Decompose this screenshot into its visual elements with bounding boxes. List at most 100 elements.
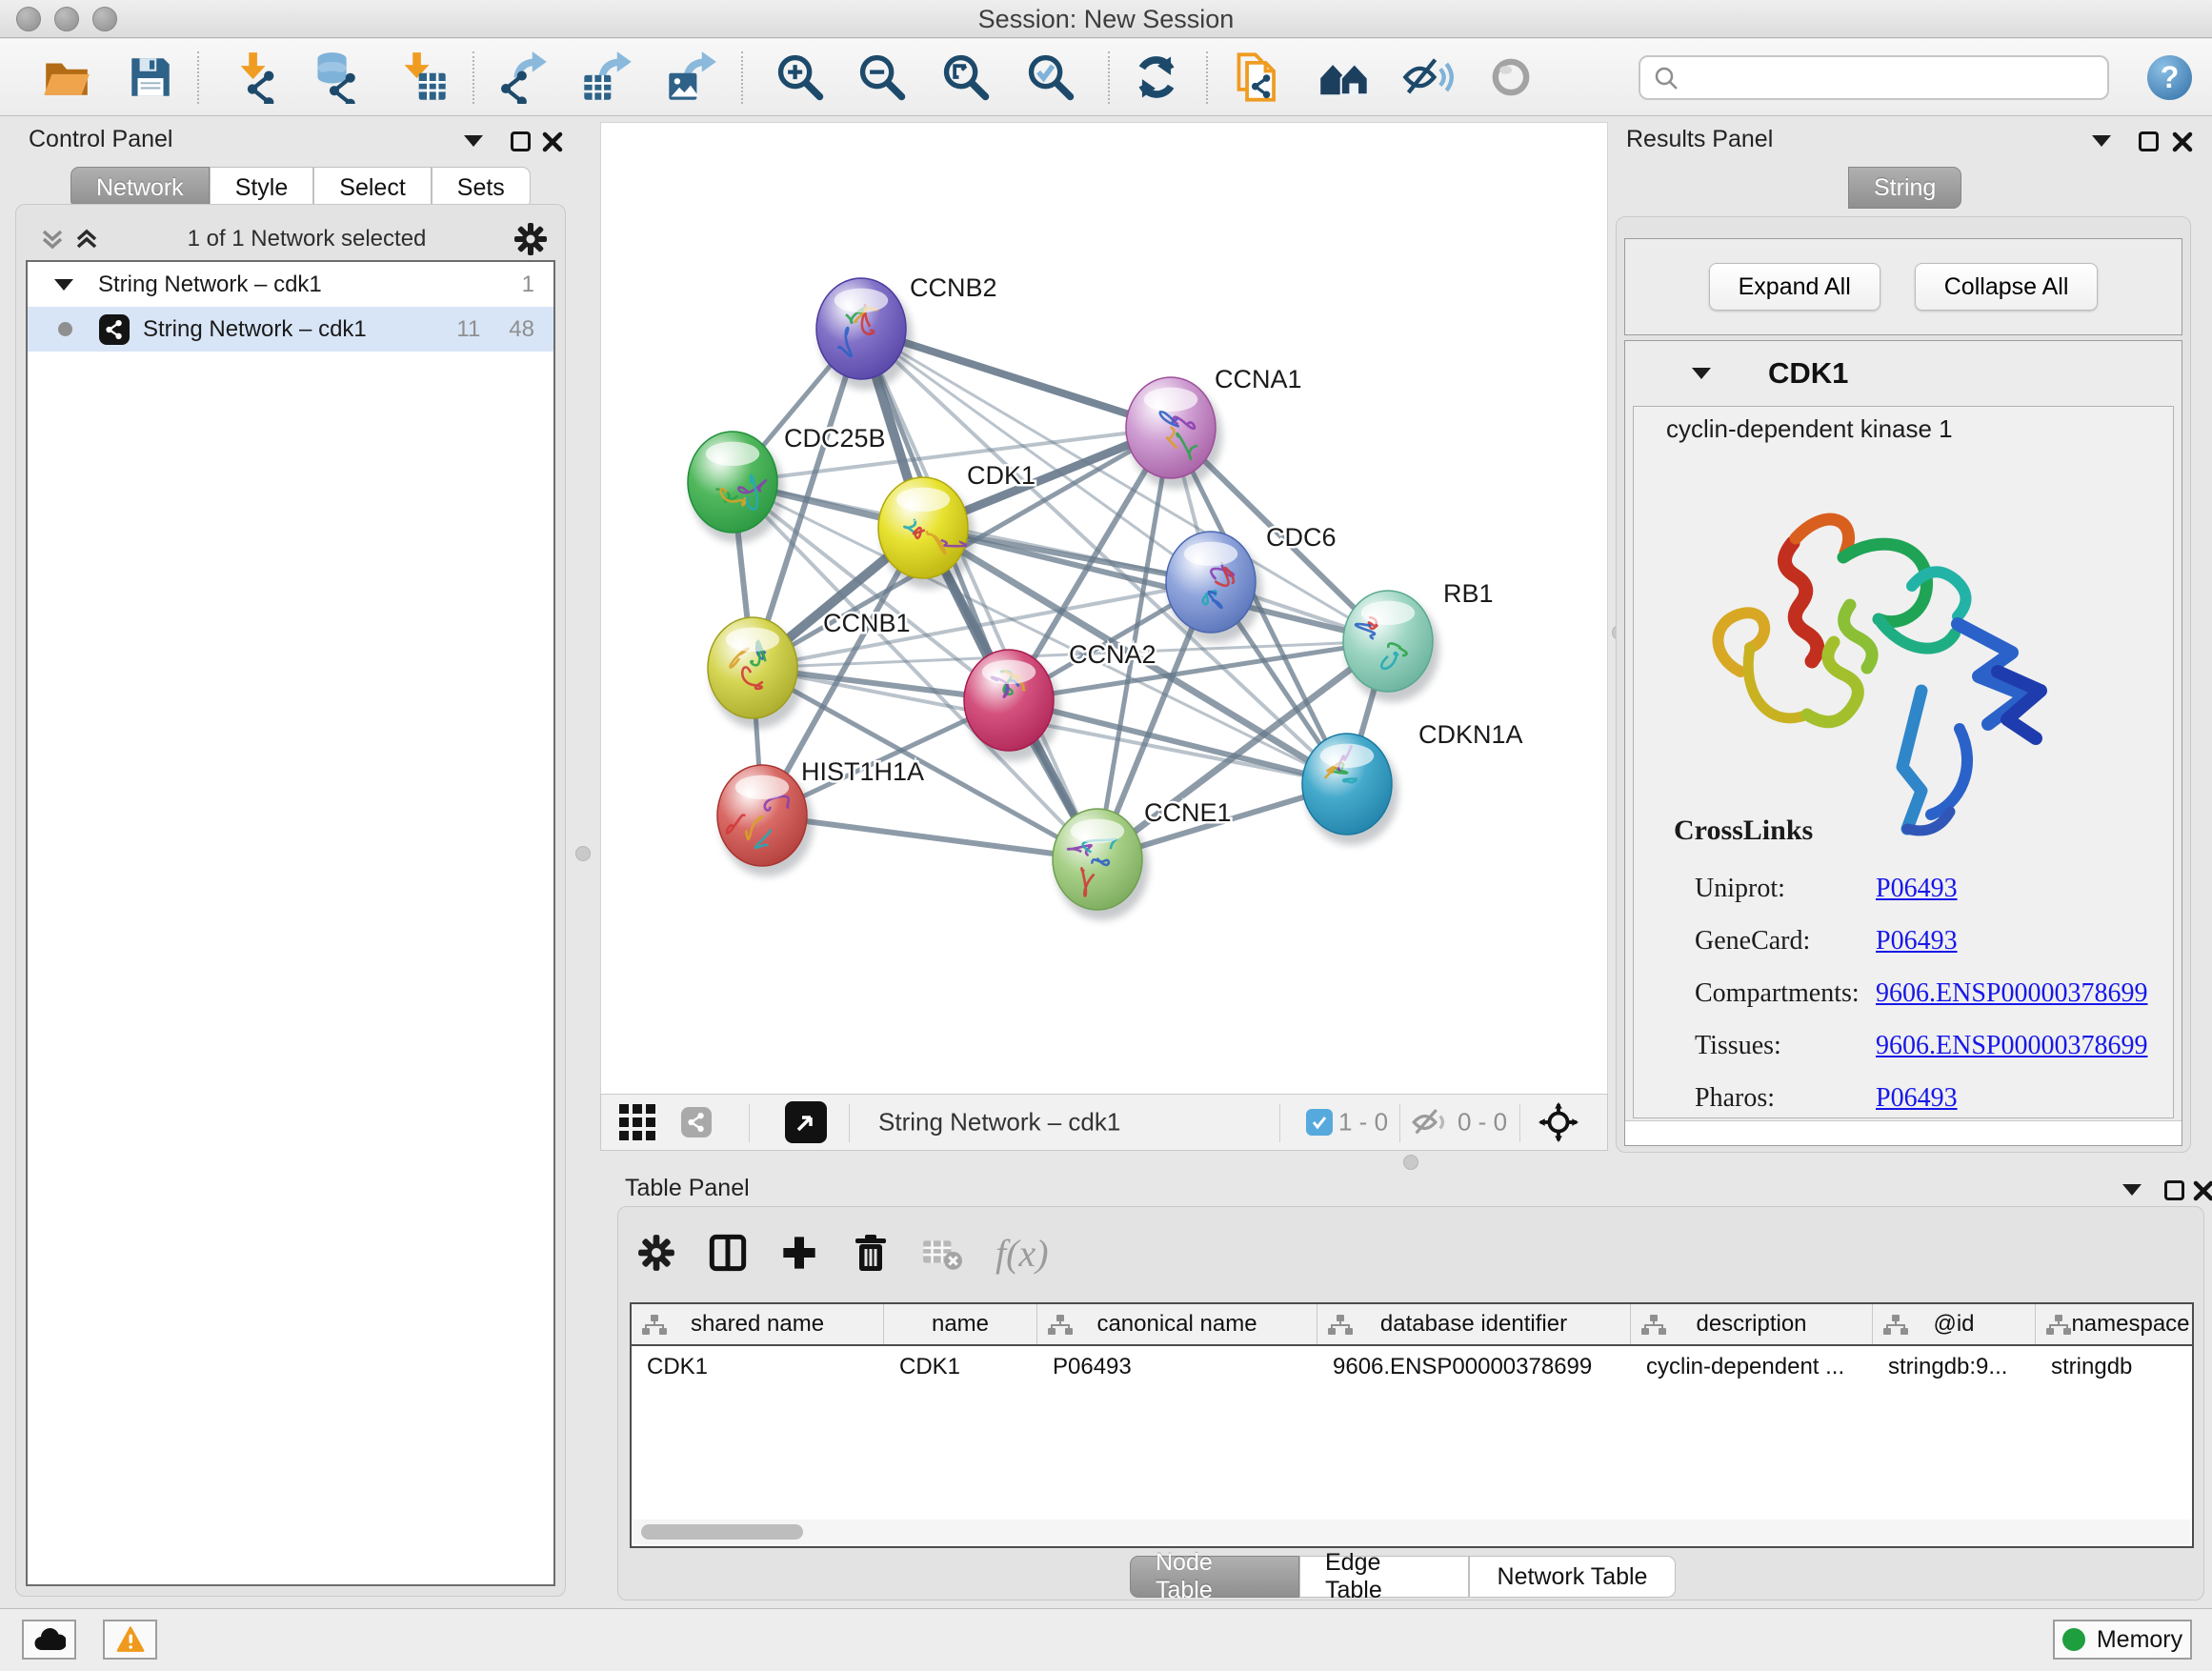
results-panel-float-button[interactable] <box>2139 131 2159 151</box>
network-node-cdkn1a[interactable]: CDKN1A <box>1302 720 1523 845</box>
network-type-icon <box>99 314 130 345</box>
table-panel-float-button[interactable] <box>2164 1180 2184 1200</box>
warnings-button[interactable] <box>103 1620 157 1660</box>
tab-string[interactable]: String <box>1848 167 1961 209</box>
tab-select[interactable]: Select <box>313 167 431 209</box>
results-scroll-strip[interactable] <box>1625 1120 2182 1145</box>
column-header[interactable]: namespace <box>2036 1304 2194 1344</box>
zoom-selected-icon <box>1024 50 1077 104</box>
tab-network-table[interactable]: Network Table <box>1469 1556 1676 1598</box>
tab-network[interactable]: Network <box>70 167 210 209</box>
export-table-button[interactable] <box>576 47 637 108</box>
horizontal-scrollbar[interactable] <box>633 1520 2190 1544</box>
node-label-ccna2: CCNA2 <box>1069 640 1156 669</box>
export-network-button[interactable] <box>492 47 553 108</box>
network-panel-body: 1 of 1 Network selected String Network –… <box>15 204 566 1597</box>
zoom-in-button[interactable] <box>770 47 831 108</box>
table-panel-close-button[interactable] <box>2193 1180 2212 1201</box>
collapse-all-button[interactable]: Collapse All <box>1915 263 2099 311</box>
table-row[interactable]: CDK1 CDK1 P06493 9606.ENSP00000378699 cy… <box>632 1346 2192 1388</box>
selected-node-edge-count: 1 - 0 <box>1338 1108 1388 1137</box>
crosslink-link[interactable]: P06493 <box>1876 1083 1958 1114</box>
search-input[interactable] <box>1688 65 2094 91</box>
protein-structure-image <box>1683 453 2064 853</box>
tab-node-table[interactable]: Node Table <box>1130 1556 1299 1598</box>
zoom-in-icon <box>774 50 827 104</box>
glass-ball-toggle-button[interactable] <box>1480 47 1541 108</box>
horizontal-splitter-handle[interactable] <box>1403 1155 1418 1170</box>
column-header[interactable]: description <box>1631 1304 1873 1344</box>
network-node-cdk1[interactable]: CDK1 <box>878 461 1036 589</box>
table-panel-title: Table Panel <box>625 1175 750 1202</box>
expand-all-button[interactable]: Expand All <box>1709 263 1880 311</box>
detach-view-icon[interactable] <box>785 1101 827 1143</box>
stringify-network-button[interactable] <box>1229 47 1290 108</box>
import-table-button[interactable] <box>392 47 453 108</box>
tab-sets[interactable]: Sets <box>432 167 531 209</box>
enhanced-labels-toggle-button[interactable] <box>1398 47 1458 108</box>
control-panel-menu-button[interactable] <box>464 135 483 147</box>
control-panel-float-button[interactable] <box>511 131 531 151</box>
node-description: cyclin-dependent kinase 1 <box>1666 414 1953 444</box>
crosslink-link[interactable]: P06493 <box>1876 874 1958 904</box>
zoom-out-button[interactable] <box>852 47 913 108</box>
table-icon <box>584 75 611 100</box>
vertical-splitter-handle[interactable] <box>575 846 591 861</box>
network-row-selected[interactable]: String Network – cdk1 11 48 <box>28 307 553 352</box>
image-icon <box>669 73 698 100</box>
help-button[interactable]: ? <box>2147 55 2192 100</box>
network-node-rb1[interactable]: RB1 <box>1343 579 1494 702</box>
network-node-ccna2[interactable]: CCNA2 <box>964 640 1156 761</box>
collection-expander-icon[interactable] <box>54 279 73 291</box>
table-icon <box>419 73 446 100</box>
tab-edge-table[interactable]: Edge Table <box>1299 1556 1469 1598</box>
zoom-fit-button[interactable] <box>935 47 996 108</box>
network-view-canvas[interactable]: CCNB2CCNA1CDC25BCDK1CDC6RB1CCNB1CCNA2CDK… <box>600 122 1608 1094</box>
control-panel-close-button[interactable] <box>542 131 563 152</box>
import-network-button[interactable] <box>228 47 289 108</box>
column-header[interactable]: canonical name <box>1037 1304 1317 1344</box>
show-columns-icon[interactable] <box>708 1234 748 1272</box>
column-header[interactable]: name <box>884 1304 1037 1344</box>
node-details: cyclin-dependent kinase 1 <box>1633 406 2174 1118</box>
gear-icon[interactable] <box>513 222 548 256</box>
crosslink-link[interactable]: 9606.ENSP00000378699 <box>1876 978 2147 1009</box>
zoom-selected-button[interactable] <box>1020 47 1081 108</box>
column-header[interactable]: database identifier <box>1317 1304 1631 1344</box>
delete-trash-icon[interactable] <box>851 1233 889 1273</box>
column-header[interactable]: shared name <box>632 1304 884 1344</box>
column-header[interactable]: @id <box>1873 1304 2036 1344</box>
gear-icon[interactable] <box>637 1234 675 1272</box>
results-panel-close-button[interactable] <box>2172 131 2193 152</box>
collapse-all-icon[interactable] <box>39 224 66 254</box>
open-session-button[interactable] <box>36 47 97 108</box>
results-panel-menu-button[interactable] <box>2092 135 2111 147</box>
network-node-hist1h1a[interactable]: HIST1H1A <box>717 757 924 876</box>
network-node-ccne1[interactable]: CCNE1 <box>1053 798 1232 920</box>
import-network-from-database-button[interactable] <box>308 47 369 108</box>
selected-checkbox-icon[interactable] <box>1306 1109 1333 1136</box>
network-collection-row[interactable]: String Network – cdk1 1 <box>28 262 553 307</box>
crosslink-row: Tissues:9606.ENSP00000378699 <box>1695 1019 2154 1072</box>
table-toolbar: f(x) <box>637 1222 1049 1283</box>
save-session-button[interactable] <box>120 47 181 108</box>
scrollbar-thumb[interactable] <box>641 1524 803 1540</box>
add-column-icon[interactable] <box>780 1234 818 1272</box>
table-panel-menu-button[interactable] <box>2122 1184 2142 1196</box>
expand-all-icon[interactable] <box>73 224 100 254</box>
crosslink-link[interactable]: P06493 <box>1876 926 1958 956</box>
memory-button[interactable]: Memory <box>2053 1620 2192 1660</box>
node-section-expander-icon[interactable] <box>1692 368 1711 379</box>
cloud-button[interactable] <box>22 1620 76 1660</box>
grid-mode-icon[interactable] <box>619 1104 655 1140</box>
export-image-button[interactable] <box>661 47 722 108</box>
birdseye-crosshair-icon[interactable] <box>1538 1102 1579 1142</box>
string-home-button[interactable] <box>1314 47 1375 108</box>
network-view-icon[interactable] <box>681 1107 712 1137</box>
apply-layout-button[interactable] <box>1126 47 1187 108</box>
tab-style[interactable]: Style <box>210 167 314 209</box>
question-mark-icon: ? <box>2161 60 2180 95</box>
search-icon <box>1654 66 1679 91</box>
crosslink-link[interactable]: 9606.ENSP00000378699 <box>1876 1031 2147 1061</box>
network-graph[interactable]: CCNB2CCNA1CDC25BCDK1CDC6RB1CCNB1CCNA2CDK… <box>601 123 1607 1093</box>
